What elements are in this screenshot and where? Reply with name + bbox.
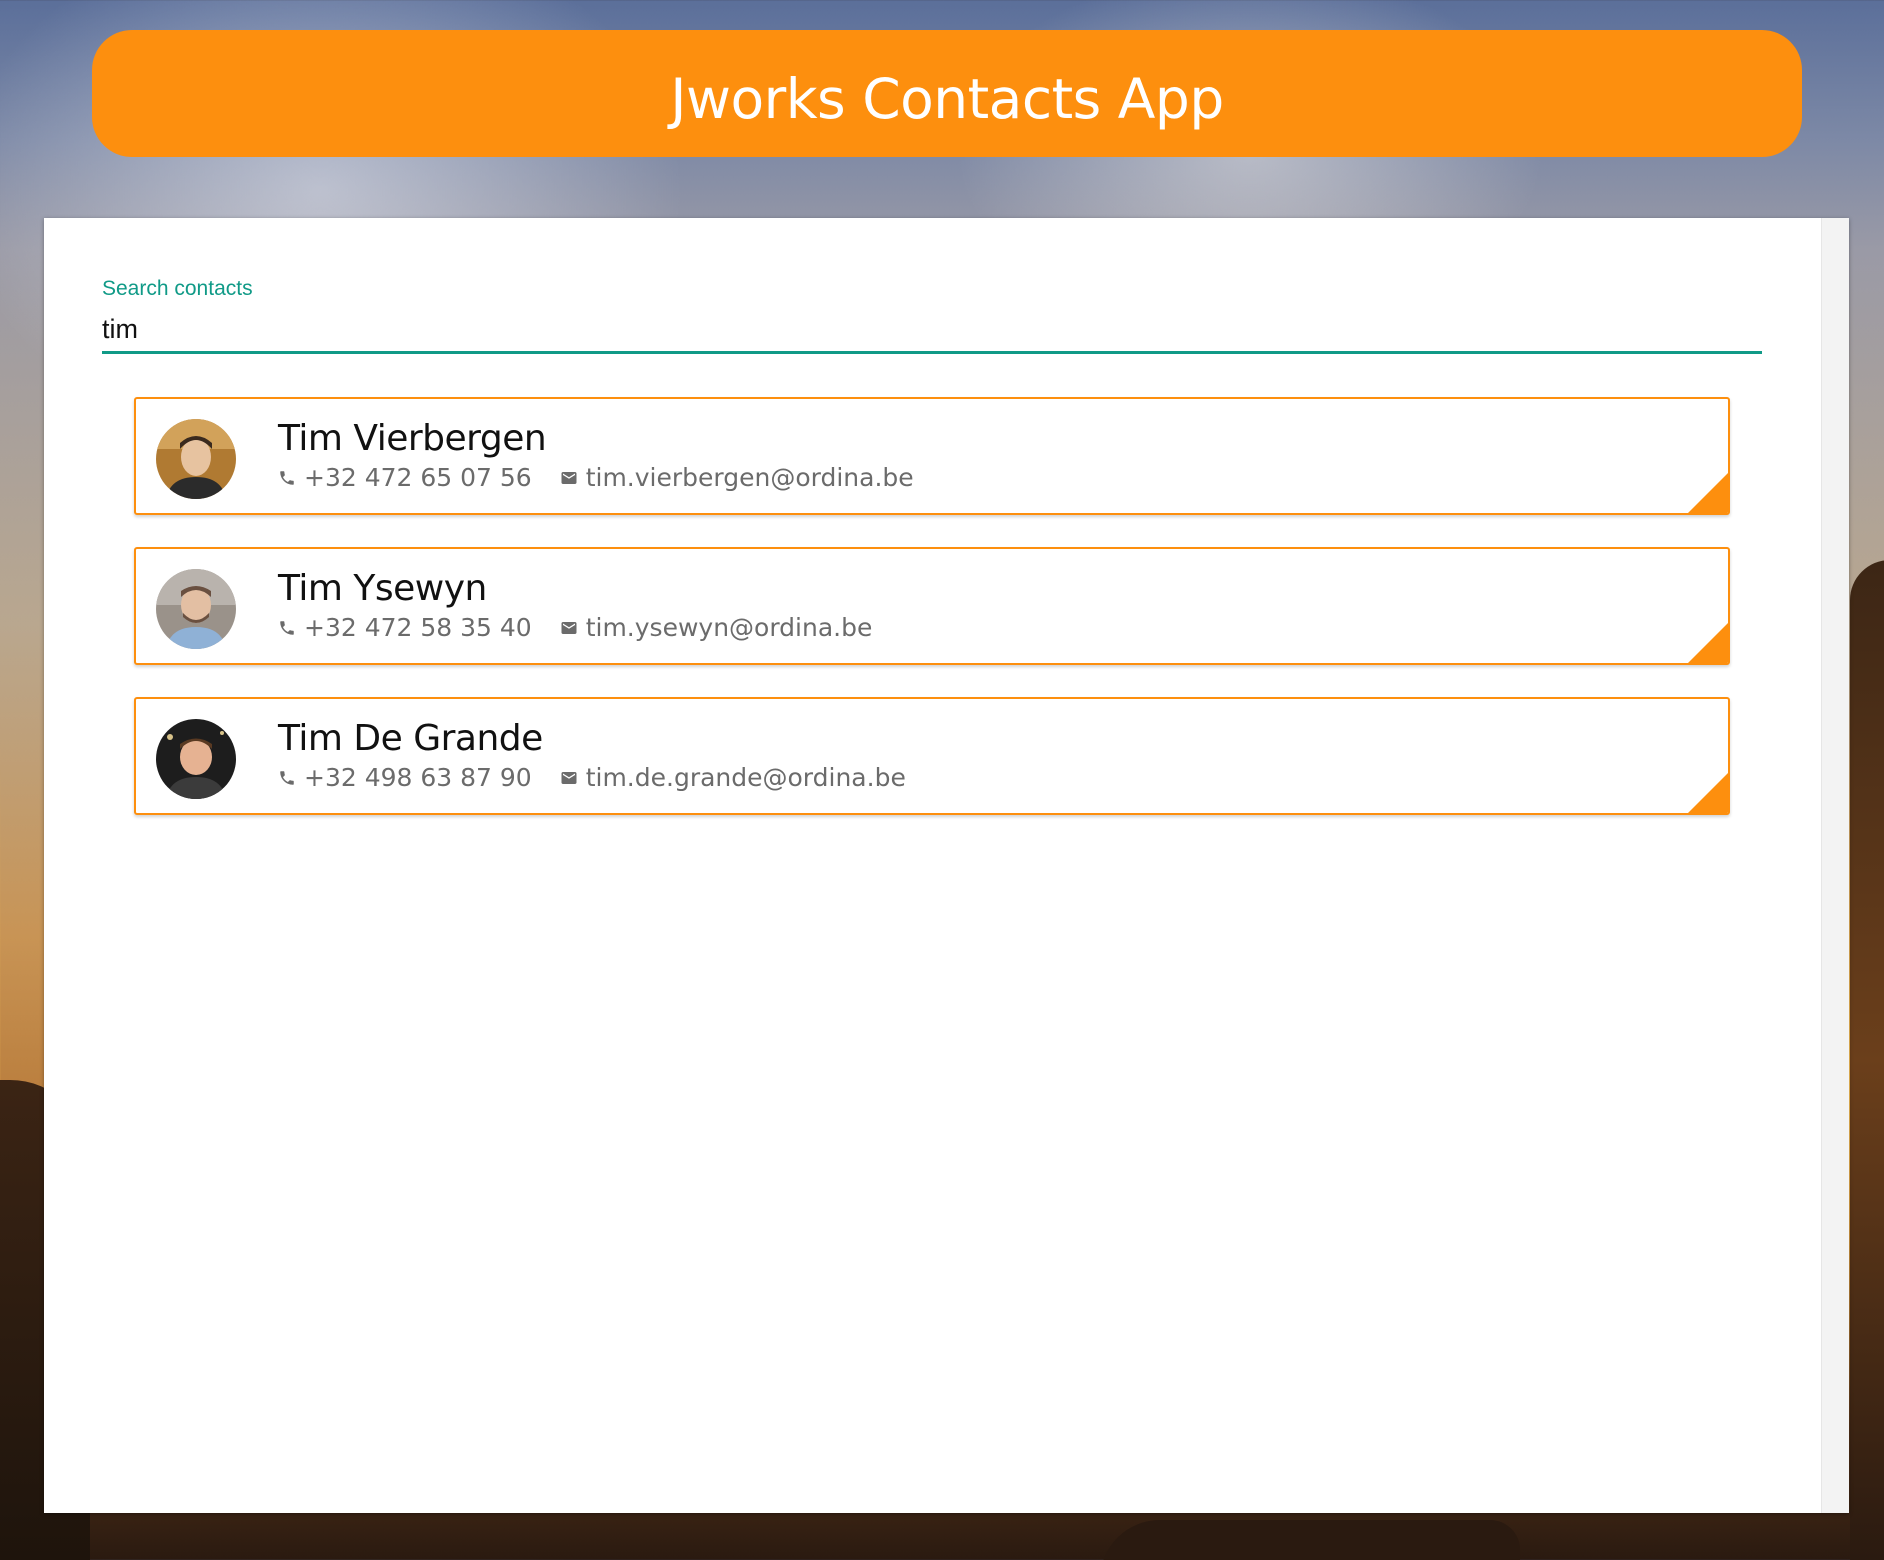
background-rock bbox=[1100, 1520, 1520, 1560]
search-input[interactable] bbox=[102, 308, 1762, 354]
contact-list: Tim Vierbergen +32 472 65 07 56 tim.vier… bbox=[134, 397, 1730, 847]
contacts-panel: Search contacts Tim Vierbergen +32 472 6 bbox=[44, 218, 1849, 1513]
avatar-photo bbox=[156, 719, 236, 799]
mail-icon bbox=[560, 769, 578, 787]
card-corner-accent bbox=[1688, 773, 1728, 813]
card-corner-accent bbox=[1688, 623, 1728, 663]
search-field: Search contacts bbox=[102, 276, 1762, 354]
contact-email: tim.de.grande@ordina.be bbox=[585, 763, 906, 792]
contact-email: tim.ysewyn@ordina.be bbox=[585, 613, 873, 642]
contact-name: Tim Vierbergen bbox=[278, 418, 547, 459]
contact-card[interactable]: Tim De Grande +32 498 63 87 90 tim.de.gr… bbox=[134, 697, 1730, 815]
avatar-photo bbox=[156, 419, 236, 499]
app-header: Jworks Contacts App bbox=[92, 30, 1802, 157]
contact-phone: +32 498 63 87 90 bbox=[304, 763, 532, 792]
mail-icon bbox=[560, 469, 578, 487]
contact-name: Tim Ysewyn bbox=[278, 568, 487, 609]
contact-card[interactable]: Tim Ysewyn +32 472 58 35 40 tim.ysewyn@o… bbox=[134, 547, 1730, 665]
phone-icon bbox=[278, 469, 296, 487]
vertical-scrollbar[interactable] bbox=[1821, 218, 1849, 1513]
mail-icon bbox=[560, 619, 578, 637]
avatar bbox=[156, 419, 236, 499]
search-label: Search contacts bbox=[102, 277, 253, 300]
contact-phone: +32 472 65 07 56 bbox=[304, 463, 532, 492]
contact-details: +32 472 58 35 40 tim.ysewyn@ordina.be bbox=[278, 611, 872, 645]
app-title: Jworks Contacts App bbox=[670, 67, 1224, 131]
avatar bbox=[156, 569, 236, 649]
avatar-photo bbox=[156, 569, 236, 649]
contact-name: Tim De Grande bbox=[278, 718, 543, 759]
contact-email: tim.vierbergen@ordina.be bbox=[585, 463, 914, 492]
card-corner-accent bbox=[1688, 473, 1728, 513]
phone-icon bbox=[278, 769, 296, 787]
contact-phone: +32 472 58 35 40 bbox=[304, 613, 532, 642]
background-rock-arch bbox=[1850, 560, 1884, 1560]
contact-details: +32 498 63 87 90 tim.de.grande@ordina.be bbox=[278, 761, 906, 795]
avatar bbox=[156, 719, 236, 799]
phone-icon bbox=[278, 619, 296, 637]
contact-details: +32 472 65 07 56 tim.vierbergen@ordina.b… bbox=[278, 461, 914, 495]
contact-card[interactable]: Tim Vierbergen +32 472 65 07 56 tim.vier… bbox=[134, 397, 1730, 515]
